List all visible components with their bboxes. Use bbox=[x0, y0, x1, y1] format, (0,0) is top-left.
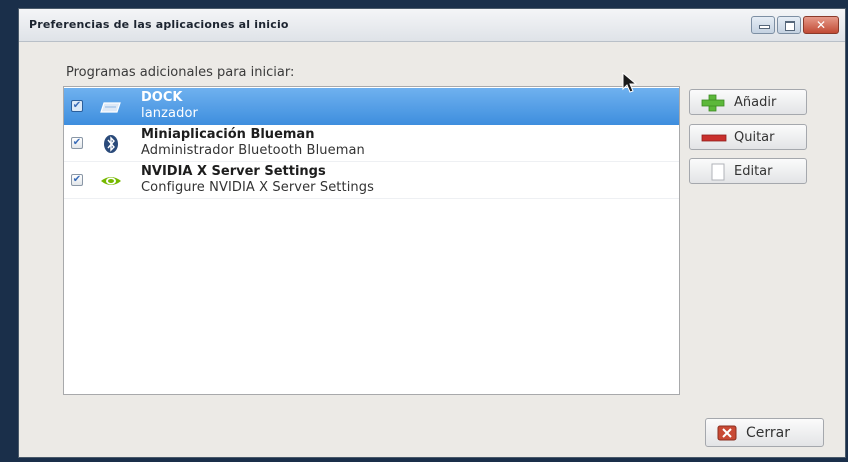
edit-label: Editar bbox=[734, 164, 773, 179]
close-button[interactable]: Cerrar bbox=[705, 418, 824, 447]
minimize-button[interactable] bbox=[751, 16, 775, 34]
list-item-nvidia[interactable]: ✔ NVIDIA X Server Settings Configure NVI… bbox=[64, 162, 679, 199]
add-button[interactable]: Añadir bbox=[689, 89, 807, 115]
mouse-cursor-icon bbox=[622, 72, 638, 93]
add-label: Añadir bbox=[734, 95, 777, 110]
startup-programs-list[interactable]: ✔ DOCK lanzador ✔ Miniaplicación Blueman… bbox=[63, 86, 680, 395]
add-icon bbox=[701, 94, 725, 112]
remove-button[interactable]: Quitar bbox=[689, 124, 807, 150]
list-item-blueman[interactable]: ✔ Miniaplicación Blueman Administrador B… bbox=[64, 125, 679, 162]
item-checkbox[interactable]: ✔ bbox=[71, 100, 83, 112]
launcher-icon bbox=[100, 102, 121, 113]
item-checkbox[interactable]: ✔ bbox=[71, 174, 83, 186]
item-name: Miniaplicación Blueman bbox=[141, 127, 315, 142]
close-window-button[interactable]: ✕ bbox=[803, 16, 839, 34]
close-label: Cerrar bbox=[746, 425, 790, 441]
list-item-dock[interactable]: ✔ DOCK lanzador bbox=[64, 88, 679, 125]
item-checkbox[interactable]: ✔ bbox=[71, 137, 83, 149]
window-controls: ✕ bbox=[751, 16, 839, 34]
title-bar[interactable]: Preferencias de las aplicaciones al inic… bbox=[19, 9, 845, 42]
item-description: Configure NVIDIA X Server Settings bbox=[141, 180, 374, 195]
maximize-icon bbox=[785, 21, 795, 31]
programs-caption: Programas adicionales para iniciar: bbox=[66, 65, 295, 80]
nvidia-icon bbox=[101, 177, 121, 185]
remove-label: Quitar bbox=[734, 130, 775, 145]
remove-icon bbox=[701, 134, 727, 142]
close-dialog-icon bbox=[717, 425, 737, 441]
edit-button[interactable]: Editar bbox=[689, 158, 807, 184]
item-description: lanzador bbox=[141, 106, 198, 121]
maximize-button[interactable] bbox=[777, 16, 801, 34]
minimize-icon bbox=[759, 25, 770, 29]
window-title: Preferencias de las aplicaciones al inic… bbox=[29, 18, 289, 31]
edit-icon bbox=[711, 163, 725, 181]
item-description: Administrador Bluetooth Blueman bbox=[141, 143, 365, 158]
item-name: DOCK bbox=[141, 90, 183, 105]
close-icon: ✕ bbox=[815, 18, 827, 32]
item-name: NVIDIA X Server Settings bbox=[141, 164, 326, 179]
bluetooth-icon bbox=[104, 135, 118, 153]
